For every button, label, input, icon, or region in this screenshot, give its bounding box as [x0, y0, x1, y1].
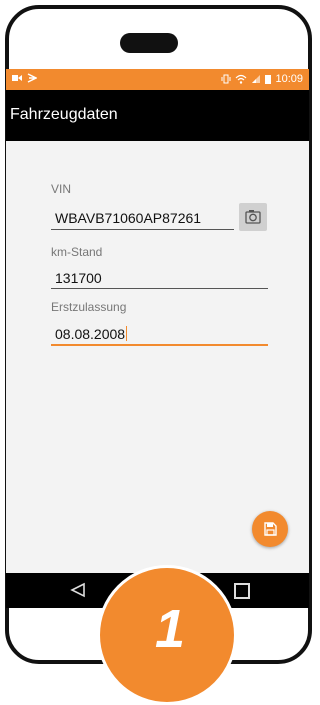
save-button[interactable] — [252, 511, 288, 547]
scan-vin-button[interactable] — [239, 203, 267, 231]
phone-speaker — [120, 33, 178, 53]
vibrate-icon — [221, 74, 231, 84]
recent-apps-icon[interactable] — [234, 583, 250, 599]
vin-underline — [51, 229, 234, 230]
status-bar: 10:09 — [6, 69, 309, 90]
text-cursor — [126, 326, 128, 341]
notification-icon — [27, 73, 37, 83]
step-badge: 1 — [97, 565, 237, 705]
km-label: km-Stand — [51, 245, 103, 259]
signal-icon — [252, 75, 261, 83]
app-toolbar: Fahrzeugdaten — [6, 90, 309, 141]
wifi-icon — [236, 74, 247, 84]
erstzulassung-value: 08.08.2008 — [55, 326, 126, 342]
save-icon — [264, 522, 277, 536]
status-time: 10:09 — [275, 73, 303, 85]
vin-label: VIN — [51, 182, 72, 196]
km-underline — [51, 288, 268, 289]
form-content: VIN WBAVB71060AP87261 km-Stand 131700 Er… — [6, 141, 309, 573]
video-icon — [12, 75, 22, 81]
erstzulassung-input[interactable]: 08.08.2008 — [55, 326, 128, 342]
toolbar-title: Fahrzeugdaten — [10, 106, 118, 123]
vin-input[interactable]: WBAVB71060AP87261 — [55, 210, 201, 226]
battery-icon — [265, 75, 272, 84]
km-input[interactable]: 131700 — [55, 270, 102, 286]
erstzulassung-underline — [51, 344, 268, 346]
erstzulassung-label: Erstzulassung — [51, 300, 127, 314]
camera-icon — [245, 210, 261, 224]
back-icon[interactable] — [70, 582, 86, 598]
step-number: 1 — [154, 599, 186, 659]
